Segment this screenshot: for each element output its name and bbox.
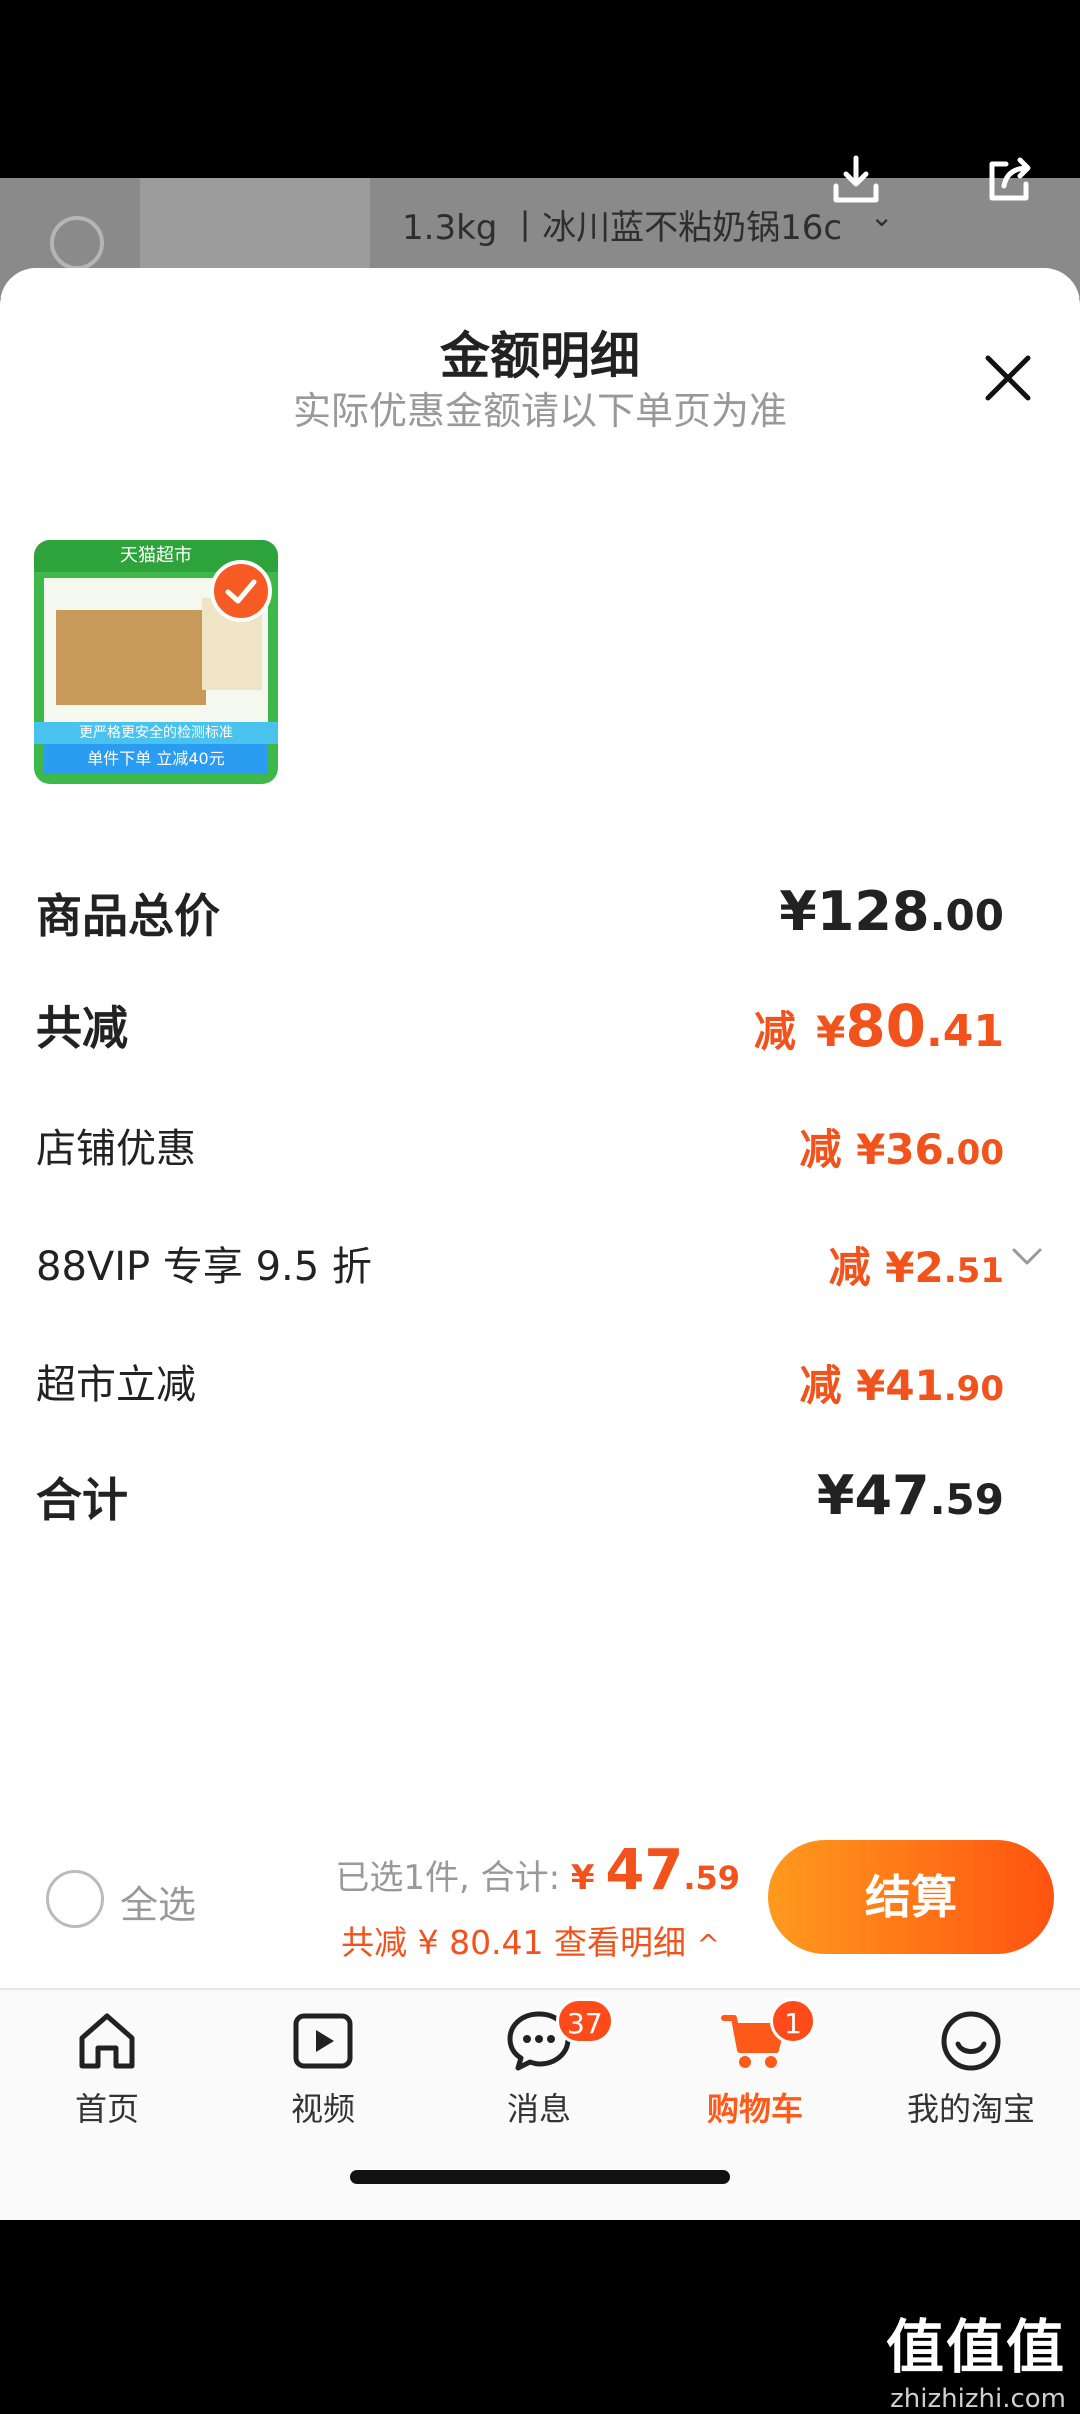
row-label: 共减 [36, 1001, 128, 1055]
currency-symbol: ¥ [856, 1361, 886, 1410]
sheet-subtitle: 实际优惠金额请以下单页为准 [292, 389, 787, 433]
tab-label: 首页 [74, 2090, 139, 2128]
milk-box-image [56, 610, 206, 705]
currency-symbol: ¥ [779, 880, 817, 943]
row-value: 减 ¥80.41 [754, 992, 1004, 1060]
value-dec: .90 [943, 1369, 1004, 1409]
row-grand-total: 合计 ¥47.59 [36, 1464, 1044, 1534]
value-int: 41 [885, 1361, 944, 1410]
row-label: 商品总价 [36, 889, 220, 943]
cart-count-badge: 1 [770, 1998, 816, 2044]
tab-label: 我的淘宝 [906, 2090, 1035, 2128]
row-value: 减 ¥41.90 [799, 1352, 1004, 1413]
tab-label: 购物车 [706, 2090, 803, 2128]
select-all-radio[interactable] [46, 1870, 104, 1928]
row-value: 减 ¥2.51 [829, 1234, 1004, 1295]
item-sku-text: 1.3kg 丨冰川蓝不粘奶锅16c [402, 208, 843, 248]
share-icon[interactable] [980, 150, 1040, 210]
tab-messages[interactable]: 消息 37 [464, 1998, 614, 2128]
row-label: 店铺优惠 [36, 1126, 196, 1172]
product-thumbnail: 天猫超市 更严格更安全的检测标准 单件下单 立减40元 [34, 540, 278, 784]
selected-count-text: 已选1件, 合计: [335, 1858, 561, 1898]
value-prefix: 减 [799, 1361, 842, 1410]
bottom-tab-bar: 首页 视频 消息 37 购物车 1 我的淘宝 [0, 1988, 1080, 2220]
value-prefix: 减 [753, 1007, 796, 1056]
select-all-label[interactable]: 全选 [120, 1874, 196, 1929]
value-dec: .51 [943, 1251, 1004, 1291]
value-int: 47 [854, 1464, 930, 1527]
currency-symbol: ¥ [816, 1464, 855, 1527]
row-label: 88VIP 专享 9.5 折 [36, 1244, 372, 1290]
home-indicator[interactable] [350, 2170, 730, 2184]
discount-detail-text: 共减 ¥ 80.41 查看明细 [341, 1923, 687, 1962]
currency-symbol: ¥ [570, 1858, 595, 1898]
value-dec: .59 [929, 1475, 1004, 1524]
item-select-radio [50, 216, 104, 270]
close-icon[interactable] [980, 350, 1036, 406]
home-icon [79, 2013, 135, 2069]
total-int: 47 [605, 1838, 684, 1903]
value-prefix: 减 [828, 1243, 871, 1292]
value-int: 2 [914, 1243, 944, 1292]
tab-label: 消息 [506, 2090, 571, 2128]
row-store-discount: 店铺优惠 减 ¥36.00 [36, 1116, 1044, 1186]
value-dec: .00 [943, 1133, 1004, 1173]
video-icon [293, 2013, 353, 2069]
view-detail-link[interactable]: 共减 ¥ 80.41 查看明细 ^ [341, 1916, 720, 1964]
tab-cart[interactable]: 购物车 1 [680, 1998, 830, 2128]
row-value: 减 ¥36.00 [799, 1116, 1004, 1177]
row-label: 合计 [36, 1473, 128, 1527]
currency-symbol: ¥ [816, 1007, 846, 1056]
selected-total: 已选1件, 合计: ¥ 47.59 [335, 1838, 740, 1903]
message-count-badge: 37 [556, 1998, 614, 2044]
tab-profile[interactable]: 我的淘宝 [896, 2006, 1046, 2128]
row-value: ¥47.59 [817, 1464, 1004, 1527]
value-int: 36 [885, 1125, 944, 1174]
value-int: 128 [816, 880, 930, 943]
profile-icon [941, 2011, 1001, 2071]
watermark-url: zhizhizhi.com [890, 2384, 1066, 2414]
download-icon[interactable] [826, 150, 886, 210]
value-prefix: 减 [799, 1125, 842, 1174]
watermark: 值值值 zhizhizhi.com [886, 2300, 1066, 2414]
row-label: 超市立减 [36, 1362, 196, 1408]
currency-symbol: ¥ [885, 1243, 915, 1292]
value-dec: .41 [926, 1006, 1004, 1057]
checkout-button[interactable]: 结算 [768, 1840, 1054, 1954]
row-total-discount: 共减 减 ¥80.41 [36, 992, 1044, 1062]
checkout-bar: 全选 已选1件, 合计: ¥ 47.59 共减 ¥ 80.41 查看明细 ^ 结… [0, 1808, 1080, 1988]
total-dec: .59 [683, 1859, 740, 1897]
currency-symbol: ¥ [856, 1125, 886, 1174]
promo-strip: 单件下单 立减40元 [44, 744, 268, 774]
tab-home[interactable]: 首页 [32, 2006, 182, 2128]
value-int: 80 [845, 992, 927, 1060]
row-value: ¥128.00 [779, 880, 1004, 943]
tab-label: 视频 [290, 2090, 355, 2128]
row-total-price: 商品总价 ¥128.00 [36, 880, 1044, 950]
watermark-logo: 值值值 [885, 2313, 1066, 2381]
value-dec: .00 [929, 891, 1004, 940]
chevron-down-icon[interactable] [1010, 1242, 1044, 1272]
safety-strip: 更严格更安全的检测标准 [34, 722, 278, 744]
check-icon [210, 560, 272, 622]
sheet-title: 金额明细 [440, 327, 640, 385]
status-area [0, 0, 1080, 178]
row-market-discount: 超市立减 减 ¥41.90 [36, 1352, 1044, 1422]
chevron-up-icon: ^ [696, 1928, 720, 1961]
row-88vip-discount[interactable]: 88VIP 专享 9.5 折 减 ¥2.51 [36, 1234, 1044, 1304]
tab-video[interactable]: 视频 [248, 2006, 398, 2128]
